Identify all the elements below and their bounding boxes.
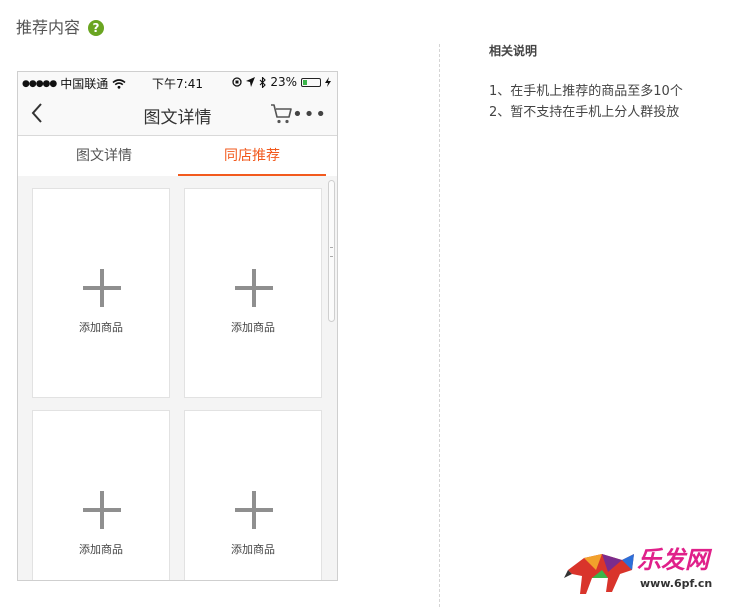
notes-item: 2、暂不支持在手机上分人群投放: [489, 105, 680, 120]
add-product-label: 添加商品: [79, 543, 123, 556]
notes-heading: 相关说明: [489, 44, 538, 58]
add-product-label: 添加商品: [79, 321, 123, 334]
notes-panel: 相关说明 1、在手机上推荐的商品至多10个 2、暂不支持在手机上分人群投放: [489, 42, 683, 123]
plus-icon: [83, 269, 121, 307]
section-title-text: 推荐内容: [16, 18, 81, 37]
charging-icon: [325, 77, 331, 87]
tab-shop-recommend[interactable]: 同店推荐: [178, 136, 326, 176]
battery-percent: 23%: [270, 75, 297, 89]
help-icon[interactable]: ?: [88, 20, 105, 36]
add-product-card[interactable]: 添加商品: [32, 410, 170, 580]
orientation-lock-icon: [232, 77, 242, 87]
watermark-url: www.6pf.cn: [640, 577, 713, 590]
nav-bar: 图文详情 •••: [18, 92, 337, 136]
bluetooth-icon: [259, 76, 267, 88]
add-product-card[interactable]: 添加商品: [184, 188, 322, 398]
status-bar: ●●●●● 中国联通 下午7:41 23%: [18, 72, 337, 92]
bull-logo-icon: [564, 554, 634, 594]
notes-item: 1、在手机上推荐的商品至多10个: [489, 84, 683, 99]
watermark-logo: 乐发网 www.6pf.cn: [562, 540, 742, 600]
plus-icon: [235, 491, 273, 529]
scrollbar-grip[interactable]: [330, 247, 333, 257]
plus-icon: [83, 491, 121, 529]
cart-icon[interactable]: [270, 102, 294, 126]
status-time: 下午7:41: [152, 77, 203, 91]
section-title: 推荐内容 ?: [16, 17, 105, 39]
phone-preview: ●●●●● 中国联通 下午7:41 23% 图文详情 ••• 图文详情 同店推荐…: [17, 71, 338, 581]
tab-detail[interactable]: 图文详情: [30, 136, 178, 176]
location-icon: [246, 77, 256, 87]
add-product-label: 添加商品: [231, 321, 275, 334]
divider: [439, 44, 440, 607]
add-product-card[interactable]: 添加商品: [184, 410, 322, 580]
watermark-text: 乐发网: [637, 545, 709, 574]
plus-icon: [235, 269, 273, 307]
battery-icon: [301, 77, 321, 87]
add-product-label: 添加商品: [231, 543, 275, 556]
add-product-card[interactable]: 添加商品: [32, 188, 170, 398]
scrollbar[interactable]: [328, 180, 335, 322]
tab-bar: 图文详情 同店推荐: [18, 136, 337, 176]
more-icon[interactable]: •••: [292, 104, 327, 125]
